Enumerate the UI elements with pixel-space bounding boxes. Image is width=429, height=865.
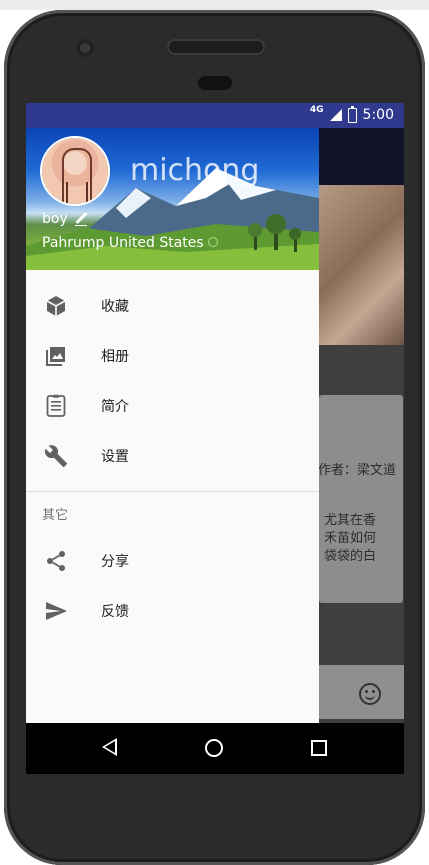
- send-icon: [46, 602, 67, 620]
- drawer-menu: 收藏 相册 简介 设置 其它 分享 反馈: [26, 281, 319, 636]
- network-type-label: 4G: [309, 105, 324, 115]
- menu-label-album: 相册: [101, 349, 129, 365]
- menu-item-settings[interactable]: 设置: [26, 431, 319, 481]
- signal-icon: [329, 109, 342, 121]
- status-time: 5:00: [362, 107, 394, 123]
- wrench-icon: [44, 445, 67, 467]
- menu-label-profile: 简介: [101, 399, 129, 415]
- location-label: Pahrump United States: [42, 235, 204, 251]
- status-bar: 4G 5:00: [26, 103, 404, 128]
- earpiece: [198, 76, 232, 90]
- front-camera: [76, 39, 94, 57]
- back-icon[interactable]: [102, 738, 117, 756]
- background-text-line: 尤其在香: [324, 513, 377, 528]
- drawer-header: michong boy Pahrump United States: [26, 128, 319, 270]
- background-text-line: 袋袋的白: [324, 549, 377, 564]
- menu-label-feedback: 反馈: [101, 604, 129, 620]
- device-screen: 4G 5:00 作者：梁文道 尤其在香 禾苗如何 袋袋的白 michong bo…: [26, 103, 404, 774]
- cube-icon: [46, 296, 66, 316]
- home-icon[interactable]: [205, 739, 223, 757]
- battery-icon: [347, 105, 357, 123]
- menu-item-share[interactable]: 分享: [26, 536, 319, 586]
- background-author-text: 作者：梁文道: [318, 463, 397, 478]
- emulator-top-band: [0, 0, 429, 10]
- username: michong: [130, 153, 260, 188]
- share-icon: [47, 551, 65, 571]
- navigation-bar: [26, 723, 404, 774]
- section-title-other: 其它: [42, 508, 69, 523]
- navigation-drawer: michong boy Pahrump United States 收藏 相册: [26, 128, 319, 723]
- gender-label: boy: [42, 211, 68, 227]
- menu-label-settings: 设置: [101, 449, 129, 465]
- photo-album-icon: [46, 347, 65, 366]
- location-icon: [207, 237, 218, 247]
- clipboard-icon: [46, 394, 66, 417]
- menu-label-favorites: 收藏: [101, 299, 129, 315]
- menu-label-share: 分享: [101, 554, 129, 570]
- menu-item-album[interactable]: 相册: [26, 331, 319, 381]
- menu-item-favorites[interactable]: 收藏: [26, 281, 319, 331]
- emoji-icon[interactable]: [359, 683, 381, 705]
- menu-item-feedback[interactable]: 反馈: [26, 586, 319, 636]
- recents-icon[interactable]: [311, 740, 327, 756]
- location-row: Pahrump United States: [42, 235, 218, 251]
- avatar[interactable]: [42, 138, 108, 204]
- edit-icon[interactable]: [74, 212, 88, 226]
- top-speaker-grille: [169, 41, 263, 53]
- background-article-card[interactable]: [319, 395, 403, 603]
- menu-item-profile[interactable]: 简介: [26, 381, 319, 431]
- gender-row: boy: [42, 211, 88, 227]
- background-text-line: 禾苗如何: [324, 531, 377, 546]
- background-photo: [319, 185, 404, 345]
